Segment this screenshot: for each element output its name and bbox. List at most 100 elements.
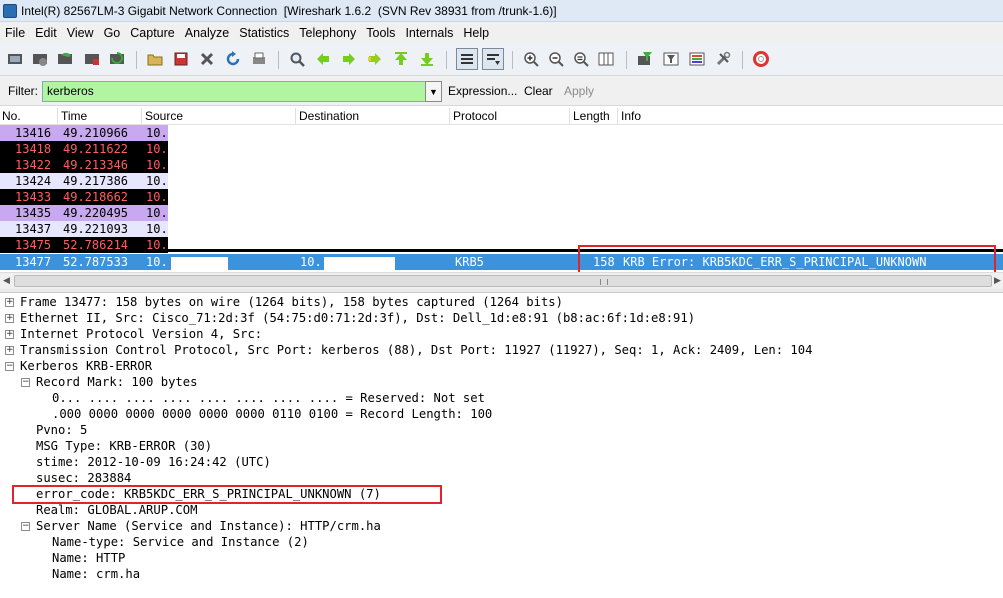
menu-go[interactable]: Go bbox=[99, 26, 126, 40]
autoscroll-icon[interactable] bbox=[482, 48, 504, 70]
pane-splitter[interactable] bbox=[0, 289, 1003, 293]
column-protocol[interactable]: Protocol bbox=[453, 109, 497, 123]
help-icon[interactable] bbox=[752, 50, 770, 68]
packet-time: 52.787533 bbox=[63, 255, 129, 269]
detail-row[interactable]: Name-type: Service and Instance (2) bbox=[52, 534, 309, 550]
detail-row[interactable]: Server Name (Service and Instance): HTTP… bbox=[36, 518, 381, 534]
collapse-icon[interactable]: − bbox=[21, 378, 30, 387]
detail-row[interactable]: Internet Protocol Version 4, Src: bbox=[20, 326, 262, 342]
save-file-icon[interactable] bbox=[172, 50, 190, 68]
column-length[interactable]: Length bbox=[573, 109, 610, 123]
resize-columns-icon[interactable] bbox=[597, 50, 615, 68]
display-filters-icon[interactable] bbox=[662, 50, 680, 68]
menu-analyze[interactable]: Analyze bbox=[180, 26, 234, 40]
apply-button[interactable]: Apply bbox=[564, 84, 594, 98]
menu-edit[interactable]: Edit bbox=[30, 26, 62, 40]
detail-row[interactable]: Pvno: 5 bbox=[36, 422, 87, 438]
display-filter-input[interactable]: kerberos bbox=[42, 81, 426, 102]
scroll-thumb[interactable] bbox=[14, 275, 992, 287]
coloring-rules-icon[interactable] bbox=[688, 50, 706, 68]
go-first-icon[interactable] bbox=[392, 50, 410, 68]
print-icon[interactable] bbox=[250, 50, 268, 68]
detail-row[interactable]: 0... .... .... .... .... .... .... .... … bbox=[52, 390, 485, 406]
expression-button[interactable]: Expression... bbox=[448, 84, 517, 98]
expand-icon[interactable]: + bbox=[5, 298, 14, 307]
zoom-normal-icon[interactable] bbox=[572, 50, 590, 68]
interfaces-icon[interactable] bbox=[6, 50, 24, 68]
collapse-icon[interactable]: − bbox=[21, 522, 30, 531]
go-last-icon[interactable] bbox=[418, 50, 436, 68]
packet-row-cells: 13437 49.221093 10. bbox=[0, 221, 168, 237]
packet-protocol: KRB5 bbox=[455, 255, 484, 269]
detail-row[interactable]: susec: 283884 bbox=[36, 470, 131, 486]
detail-row[interactable]: MSG Type: KRB-ERROR (30) bbox=[36, 438, 212, 454]
column-info[interactable]: Info bbox=[621, 109, 641, 123]
clear-button[interactable]: Clear bbox=[524, 84, 553, 98]
column-no[interactable]: No. bbox=[2, 109, 21, 123]
go-forward-icon[interactable] bbox=[340, 50, 358, 68]
go-back-icon[interactable] bbox=[314, 50, 332, 68]
packet-row[interactable]: 13435 49.220495 10. bbox=[0, 205, 1003, 221]
scroll-left-icon[interactable]: ◀ bbox=[3, 275, 10, 286]
options-icon[interactable] bbox=[31, 50, 49, 68]
column-divider bbox=[295, 108, 296, 124]
menu-statistics[interactable]: Statistics bbox=[234, 26, 294, 40]
chevron-down-icon: ▼ bbox=[429, 86, 438, 97]
expand-icon[interactable]: + bbox=[5, 330, 14, 339]
filter-history-dropdown[interactable]: ▼ bbox=[425, 81, 442, 102]
expand-icon[interactable]: + bbox=[5, 346, 14, 355]
zoom-in-icon[interactable] bbox=[522, 50, 540, 68]
packet-row[interactable]: 13418 49.211622 10. bbox=[0, 141, 1003, 157]
detail-row[interactable]: Realm: GLOBAL.ARUP.COM bbox=[36, 502, 197, 518]
preferences-icon[interactable] bbox=[714, 50, 732, 68]
filter-label: Filter: bbox=[8, 84, 38, 98]
packet-row[interactable]: 13437 49.221093 10. bbox=[0, 221, 1003, 237]
packet-row[interactable]: 13416 49.210966 10. bbox=[0, 125, 1003, 141]
grip-icon bbox=[600, 279, 608, 285]
menu-internals[interactable]: Internals bbox=[400, 26, 458, 40]
detail-row[interactable]: Transmission Control Protocol, Src Port:… bbox=[20, 342, 812, 358]
detail-row[interactable]: Name: HTTP bbox=[52, 550, 125, 566]
packet-row[interactable]: 13424 49.217386 10. bbox=[0, 173, 1003, 189]
column-source[interactable]: Source bbox=[145, 109, 183, 123]
packet-row[interactable]: 13433 49.218662 10. bbox=[0, 189, 1003, 205]
menu-file[interactable]: File bbox=[0, 26, 30, 40]
packet-time: 49.213346 bbox=[63, 158, 129, 172]
colorize-icon[interactable] bbox=[456, 48, 478, 70]
packet-time: 49.221093 bbox=[63, 222, 129, 236]
detail-row[interactable]: .000 0000 0000 0000 0000 0000 0110 0100 … bbox=[52, 406, 492, 422]
packet-destination: 10. bbox=[300, 255, 322, 269]
menu-view[interactable]: View bbox=[62, 26, 99, 40]
packet-source: 10. bbox=[146, 255, 168, 269]
scroll-right-icon[interactable]: ▶ bbox=[994, 275, 1001, 286]
packet-list-hscrollbar[interactable]: ◀ ▶ bbox=[0, 272, 1003, 289]
menu-tools[interactable]: Tools bbox=[361, 26, 400, 40]
reload-icon[interactable] bbox=[224, 50, 242, 68]
detail-row[interactable]: Record Mark: 100 bytes bbox=[36, 374, 197, 390]
detail-row[interactable]: Ethernet II, Src: Cisco_71:2d:3f (54:75:… bbox=[20, 310, 695, 326]
menu-help[interactable]: Help bbox=[458, 26, 494, 40]
detail-row[interactable]: stime: 2012-10-09 16:24:42 (UTC) bbox=[36, 454, 271, 470]
column-divider bbox=[617, 108, 618, 124]
collapse-icon[interactable]: − bbox=[5, 362, 14, 371]
start-capture-icon[interactable] bbox=[56, 50, 74, 68]
column-destination[interactable]: Destination bbox=[299, 109, 359, 123]
menu-capture[interactable]: Capture bbox=[125, 26, 179, 40]
packet-row[interactable]: 13422 49.213346 10. bbox=[0, 157, 1003, 173]
menu-telephony[interactable]: Telephony bbox=[294, 26, 361, 40]
restart-capture-icon[interactable] bbox=[108, 50, 126, 68]
zoom-out-icon[interactable] bbox=[547, 50, 565, 68]
expand-icon[interactable]: + bbox=[5, 314, 14, 323]
detail-row[interactable]: Kerberos KRB-ERROR bbox=[20, 358, 152, 374]
find-packet-icon[interactable] bbox=[288, 50, 306, 68]
open-file-icon[interactable] bbox=[146, 50, 164, 68]
toolbar-separator bbox=[446, 51, 447, 69]
detail-row[interactable]: Frame 13477: 158 bytes on wire (1264 bit… bbox=[20, 294, 563, 310]
detail-row[interactable]: Name: crm.ha bbox=[52, 566, 140, 582]
stop-capture-icon[interactable] bbox=[83, 50, 101, 68]
packet-time: 49.220495 bbox=[63, 206, 129, 220]
column-time[interactable]: Time bbox=[61, 109, 87, 123]
close-file-icon[interactable] bbox=[198, 50, 216, 68]
capture-filters-icon[interactable] bbox=[636, 50, 654, 68]
go-to-packet-icon[interactable] bbox=[366, 50, 384, 68]
